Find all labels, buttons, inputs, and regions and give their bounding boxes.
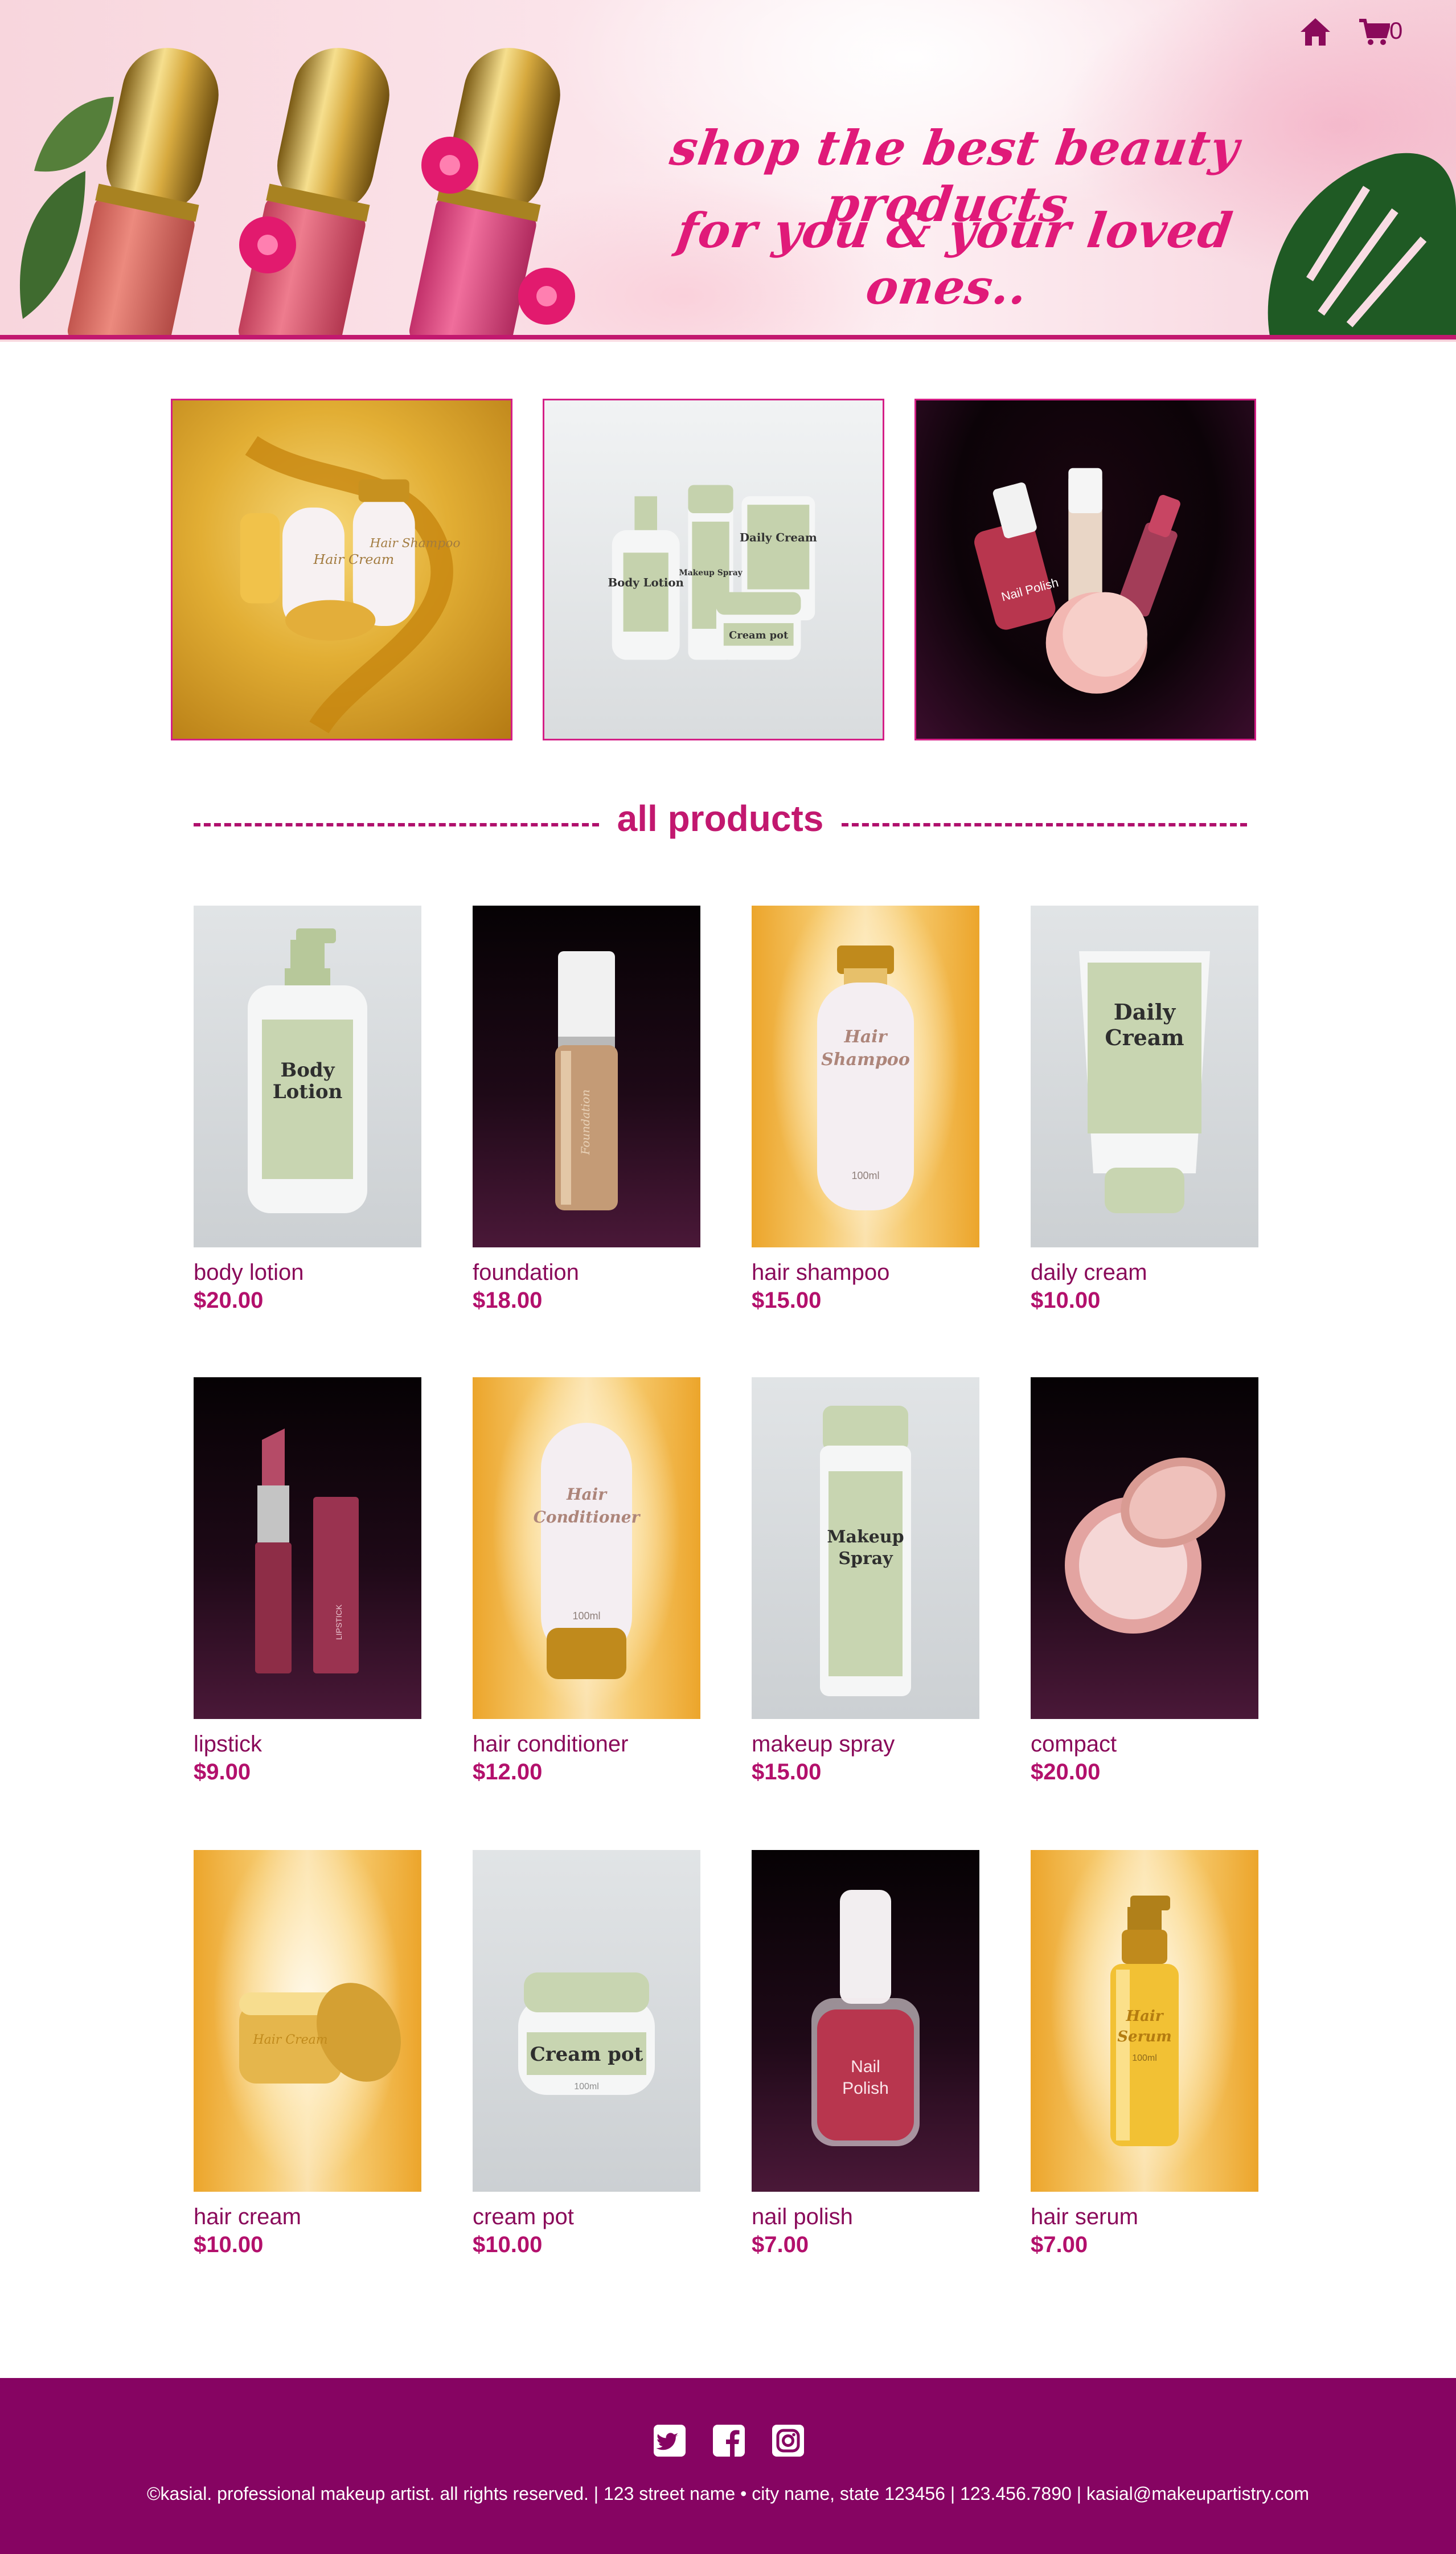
- svg-text:Foundation: Foundation: [579, 1090, 592, 1156]
- svg-text:Polish: Polish: [842, 2079, 889, 2098]
- product-price: $20.00: [194, 1288, 264, 1313]
- product-image[interactable]: [1031, 1377, 1258, 1719]
- footer: [0, 2378, 1456, 2554]
- product-card-cream-pot[interactable]: Cream pot 100ml cream pot $10.00: [473, 1850, 700, 2258]
- hero-product-art: [19, 48, 575, 336]
- product-name[interactable]: makeup spray: [752, 1732, 979, 1757]
- product-image[interactable]: Hair Shampoo 100ml: [752, 906, 979, 1247]
- feature-card-makeup[interactable]: Nail Polish: [914, 399, 1256, 740]
- product-name[interactable]: hair conditioner: [473, 1732, 700, 1757]
- product-price: $18.00: [473, 1288, 543, 1313]
- product-image[interactable]: Hair Cream: [194, 1850, 421, 2192]
- svg-text:100ml: 100ml: [574, 2082, 599, 2092]
- svg-text:Body Lotion: Body Lotion: [608, 576, 683, 590]
- svg-text:Hair: Hair: [1126, 2008, 1164, 2025]
- svg-text:100ml: 100ml: [572, 1610, 600, 1622]
- cart-icon[interactable]: [1358, 18, 1390, 46]
- product-price: $9.00: [194, 1759, 251, 1784]
- svg-text:Cream pot: Cream pot: [729, 629, 789, 641]
- product-image[interactable]: LIPSTICK: [194, 1377, 421, 1719]
- product-card-hair-shampoo[interactable]: Hair Shampoo 100ml hair shampoo $15.00: [752, 906, 979, 1313]
- product-name[interactable]: hair serum: [1031, 2204, 1258, 2230]
- svg-text:Hair: Hair: [566, 1485, 608, 1504]
- product-name[interactable]: compact: [1031, 1732, 1258, 1757]
- svg-text:Daily Cream: Daily Cream: [740, 531, 817, 545]
- product-name[interactable]: hair cream: [194, 2204, 421, 2230]
- svg-text:100ml: 100ml: [851, 1170, 879, 1181]
- feature-card-hair-care[interactable]: Hair Cream Hair Shampoo: [171, 399, 512, 740]
- svg-text:Spray: Spray: [838, 1549, 893, 1569]
- facebook-icon[interactable]: [712, 2424, 746, 2458]
- twitter-icon[interactable]: [653, 2424, 687, 2458]
- section-divider-left: [194, 823, 599, 826]
- svg-text:Hair: Hair: [844, 1027, 888, 1047]
- svg-text:Makeup: Makeup: [827, 1527, 904, 1547]
- body-care-product-art: Body Lotion Makeup Spray Daily Cream Cre…: [608, 485, 817, 660]
- product-price: $7.00: [752, 2232, 809, 2257]
- svg-text:Lotion: Lotion: [273, 1080, 343, 1103]
- product-card-compact[interactable]: compact $20.00: [1031, 1377, 1258, 1785]
- product-card-foundation[interactable]: Foundation foundation $18.00: [473, 906, 700, 1313]
- product-image[interactable]: Hair Serum 100ml: [1031, 1850, 1258, 2192]
- product-price: $12.00: [473, 1759, 543, 1784]
- product-name[interactable]: foundation: [473, 1260, 700, 1286]
- product-card-daily-cream[interactable]: Daily Cream daily cream $10.00: [1031, 906, 1258, 1313]
- hero-banner: shop the best beauty products for you & …: [0, 0, 1456, 342]
- svg-text:Serum: Serum: [1117, 2028, 1171, 2045]
- product-price: $10.00: [194, 2232, 264, 2257]
- product-image[interactable]: Makeup Spray: [752, 1377, 979, 1719]
- svg-text:Conditioner: Conditioner: [534, 1508, 641, 1526]
- svg-text:Hair Cream: Hair Cream: [252, 2033, 327, 2047]
- product-price: $20.00: [1031, 1759, 1101, 1784]
- footer-text: ©kasial. professional makeup artist. all…: [146, 2483, 1310, 2504]
- product-price: $10.00: [473, 2232, 543, 2257]
- feature-card-body-care[interactable]: Body Lotion Makeup Spray Daily Cream Cre…: [543, 399, 884, 740]
- product-image[interactable]: Nail Polish: [752, 1850, 979, 2192]
- product-image[interactable]: Hair Conditioner 100ml: [473, 1377, 700, 1719]
- hero-tagline-line2: for you & your loved ones..: [673, 202, 1237, 315]
- product-name[interactable]: cream pot: [473, 2204, 700, 2230]
- product-image[interactable]: Cream pot 100ml: [473, 1850, 700, 2192]
- product-name[interactable]: lipstick: [194, 1732, 421, 1757]
- hero-divider: [0, 335, 1456, 339]
- product-name[interactable]: nail polish: [752, 2204, 979, 2230]
- product-name[interactable]: body lotion: [194, 1260, 421, 1286]
- svg-text:Body: Body: [281, 1059, 335, 1082]
- svg-text:Hair Shampoo: Hair Shampoo: [370, 536, 461, 550]
- product-price: $10.00: [1031, 1288, 1101, 1313]
- product-price: $7.00: [1031, 2232, 1088, 2257]
- svg-text:LIPSTICK: LIPSTICK: [334, 1604, 343, 1640]
- svg-text:Shampoo: Shampoo: [821, 1050, 910, 1070]
- svg-text:Hair Cream: Hair Cream: [313, 551, 395, 567]
- hair-care-product-art: Hair Cream Hair Shampoo: [240, 436, 461, 734]
- svg-text:Makeup Spray: Makeup Spray: [679, 568, 743, 578]
- section-title: all products: [617, 798, 824, 839]
- product-name[interactable]: hair shampoo: [752, 1260, 979, 1286]
- svg-text:100ml: 100ml: [1132, 2053, 1157, 2063]
- svg-text:Daily: Daily: [1114, 999, 1176, 1025]
- svg-text:Cream: Cream: [1105, 1025, 1184, 1050]
- svg-text:Nail: Nail: [851, 2057, 880, 2076]
- product-card-hair-serum[interactable]: Hair Serum 100ml hair serum $7.00: [1031, 1850, 1258, 2258]
- product-card-makeup-spray[interactable]: Makeup Spray makeup spray $15.00: [752, 1377, 979, 1785]
- home-icon[interactable]: [1299, 17, 1331, 47]
- product-card-lipstick[interactable]: LIPSTICK lipstick $9.00: [194, 1377, 421, 1785]
- product-name[interactable]: daily cream: [1031, 1260, 1258, 1286]
- section-divider-right: [842, 823, 1247, 826]
- product-card-nail-polish[interactable]: Nail Polish nail polish $7.00: [752, 1850, 979, 2258]
- product-image[interactable]: Foundation: [473, 906, 700, 1247]
- product-card-body-lotion[interactable]: Body Lotion body lotion $20.00: [194, 906, 421, 1313]
- cart-count[interactable]: 0: [1389, 17, 1402, 44]
- product-price: $15.00: [752, 1759, 822, 1784]
- product-card-hair-conditioner[interactable]: Hair Conditioner 100ml hair conditioner …: [473, 1377, 700, 1785]
- product-card-hair-cream[interactable]: Hair Cream hair cream $10.00: [194, 1850, 421, 2258]
- svg-text:Cream pot: Cream pot: [530, 2043, 643, 2066]
- makeup-product-art: Nail Polish: [974, 468, 1180, 694]
- product-image[interactable]: Daily Cream: [1031, 906, 1258, 1247]
- instagram-icon[interactable]: [771, 2424, 805, 2458]
- product-image[interactable]: Body Lotion: [194, 906, 421, 1247]
- product-price: $15.00: [752, 1288, 822, 1313]
